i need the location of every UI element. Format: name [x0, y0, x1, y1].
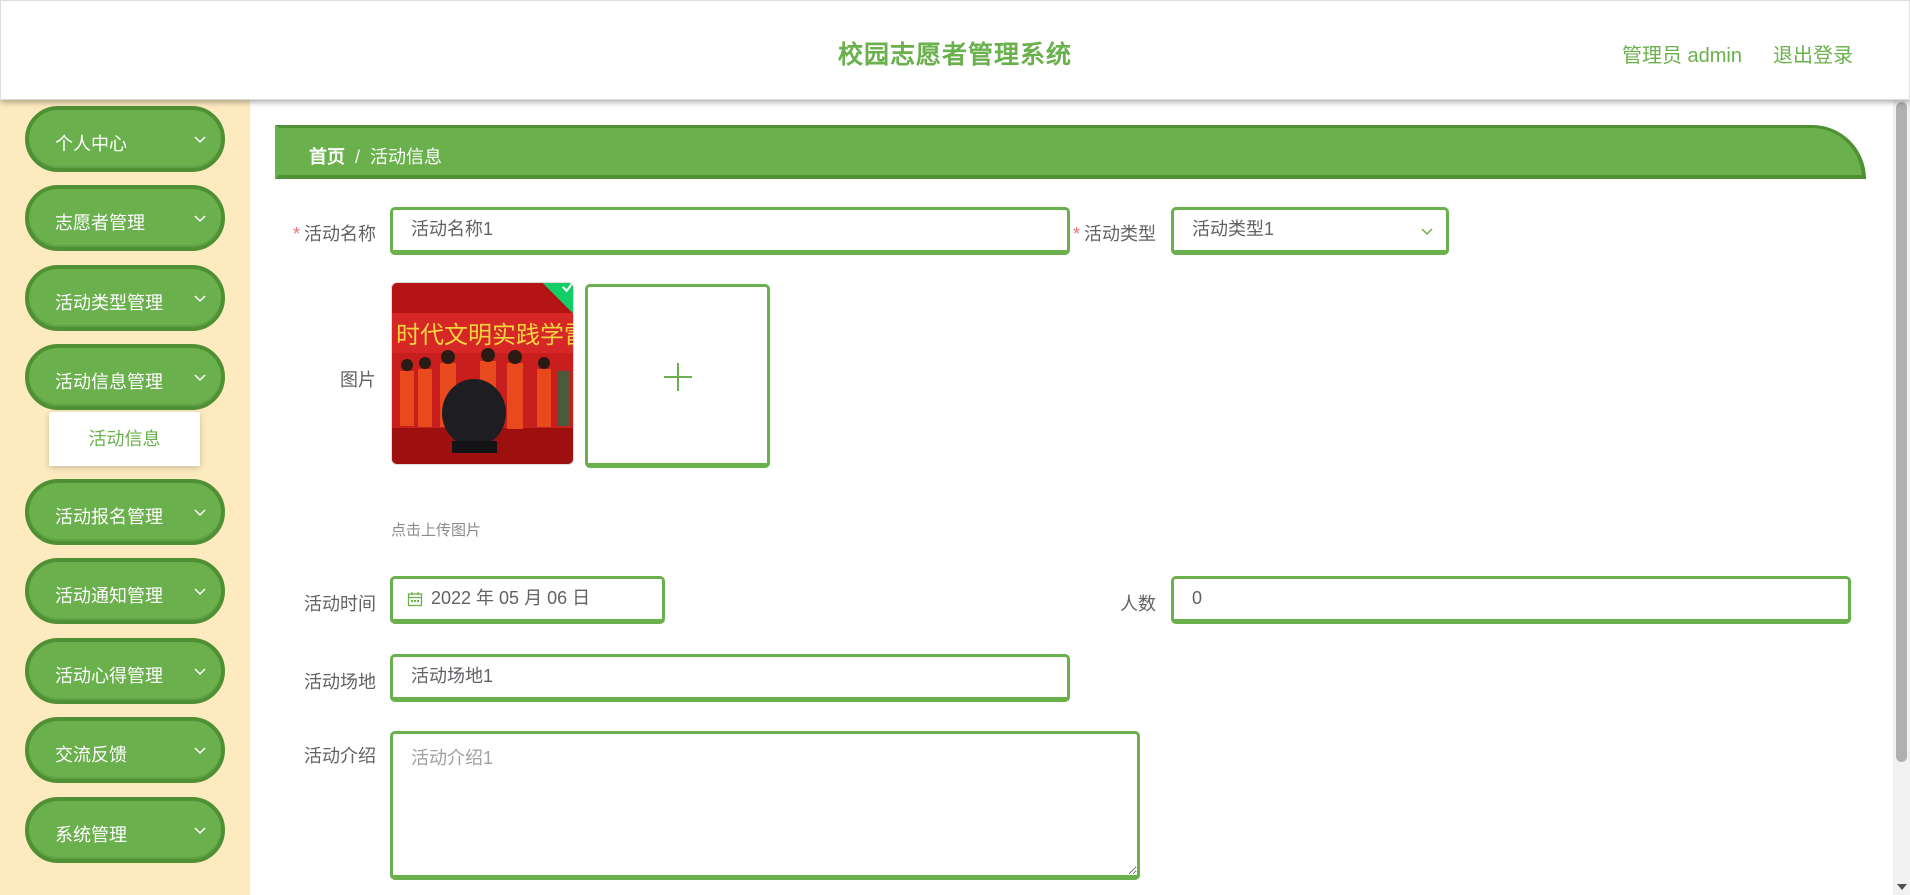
chevron-down-icon [194, 295, 206, 303]
chevron-down-icon [194, 668, 206, 676]
upload-tip: 点击上传图片 [391, 522, 482, 539]
sidebar-item-label: 活动类型管理 [55, 293, 163, 313]
chevron-down-icon [194, 374, 206, 382]
sidebar-item-label: 志愿者管理 [55, 213, 145, 233]
logout-link[interactable]: 退出登录 [1773, 39, 1853, 68]
chevron-down-icon [194, 136, 206, 144]
sidebar-item-notice-management[interactable]: 活动通知管理 [25, 558, 225, 624]
activity-place-label: 活动场地 [304, 672, 376, 692]
sidebar-item-activity-info-management[interactable]: 活动信息管理 [25, 344, 225, 410]
activity-time-label: 活动时间 [304, 594, 376, 614]
sidebar-item-experience-management[interactable]: 活动心得管理 [25, 638, 225, 704]
activity-time-value: 2022 年 05 月 06 日 [431, 588, 591, 608]
sidebar-item-activity-type-management[interactable]: 活动类型管理 [25, 265, 225, 331]
breadcrumb-current: 活动信息 [370, 147, 443, 167]
sidebar-item-signup-management[interactable]: 活动报名管理 [25, 479, 225, 545]
calendar-icon [407, 592, 423, 607]
sidebar: 个人中心 志愿者管理 活动类型管理 活动信息管理 活动信息 活动报名管理 活动通… [0, 100, 250, 895]
activity-name-label: * 活动名称 [292, 224, 376, 244]
svg-text:时代文明实践学雷锋: 时代文明实践学雷锋 [396, 321, 574, 349]
activity-place-input[interactable]: 活动场地1 [390, 654, 1070, 702]
activity-name-input[interactable]: 活动名称1 [390, 207, 1070, 255]
activity-type-select[interactable]: 活动类型1 [1171, 207, 1449, 255]
image-label: 图片 [340, 370, 376, 390]
activity-type-value: 活动类型1 [1192, 219, 1275, 239]
activity-time-picker[interactable]: 2022 年 05 月 06 日 [390, 576, 665, 624]
plus-icon [664, 363, 692, 391]
scrollbar-thumb[interactable] [1896, 102, 1907, 762]
top-header: 校园志愿者管理系统 管理员 admin 退出登录 [0, 0, 1910, 100]
image-upload-button[interactable] [585, 284, 770, 468]
submenu-item-activity-info[interactable]: 活动信息 [49, 412, 200, 466]
chevron-down-icon [194, 747, 206, 755]
participant-count-input[interactable]: 0 [1171, 576, 1851, 624]
sidebar-item-label: 系统管理 [55, 825, 127, 845]
scroll-down-arrow-icon[interactable] [1897, 883, 1907, 891]
participant-count-label: 人数 [1120, 594, 1156, 614]
chevron-down-icon [194, 827, 206, 835]
breadcrumb: 首页 / 活动信息 [275, 125, 1866, 179]
sidebar-item-volunteer-management[interactable]: 志愿者管理 [25, 185, 225, 251]
chevron-down-icon [1421, 228, 1433, 236]
activity-intro-textarea[interactable] [390, 731, 1140, 880]
activity-type-label: * 活动类型 [1072, 224, 1156, 244]
activity-photo: 时代文明实践学雷锋 [392, 283, 574, 464]
uploaded-image-thumbnail[interactable]: 时代文明实践学雷锋 [391, 282, 574, 465]
activity-intro-label: 活动介绍 [304, 746, 376, 766]
page-scrollbar[interactable] [1893, 100, 1910, 895]
sidebar-item-label: 活动通知管理 [55, 586, 163, 606]
sidebar-item-personal-center[interactable]: 个人中心 [25, 106, 225, 172]
sidebar-item-system-management[interactable]: 系统管理 [25, 797, 225, 863]
current-user: 管理员 admin [1621, 45, 1742, 67]
chevron-down-icon [194, 509, 206, 517]
sidebar-item-label: 个人中心 [55, 134, 127, 154]
chevron-down-icon [194, 588, 206, 596]
sidebar-item-feedback[interactable]: 交流反馈 [25, 717, 225, 783]
chevron-down-icon [194, 215, 206, 223]
sidebar-item-label: 交流反馈 [55, 745, 127, 765]
sidebar-item-label: 活动报名管理 [55, 507, 163, 527]
breadcrumb-home-link[interactable]: 首页 [309, 147, 345, 167]
check-icon [562, 283, 573, 293]
sidebar-item-label: 活动信息管理 [55, 372, 163, 392]
breadcrumb-separator: / [355, 147, 361, 167]
sidebar-item-label: 活动心得管理 [55, 666, 163, 686]
